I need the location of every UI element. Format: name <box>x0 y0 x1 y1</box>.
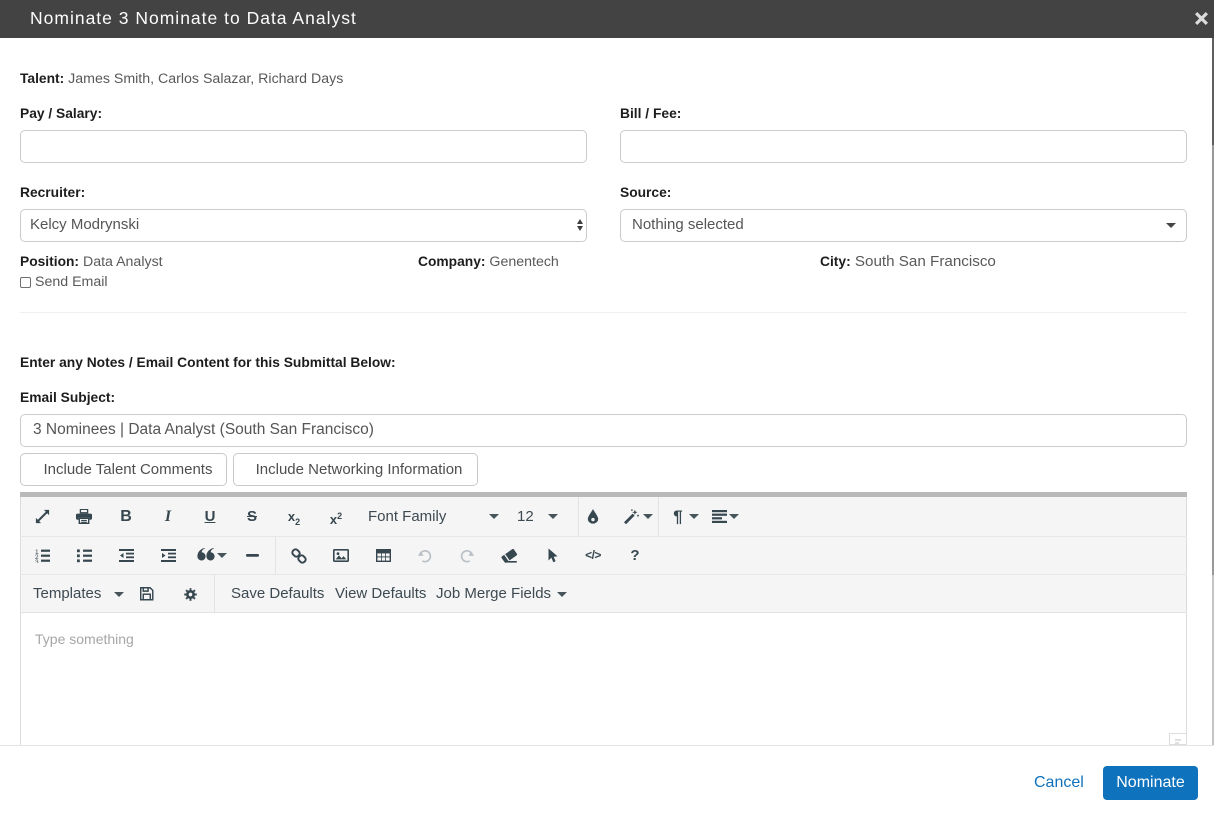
svg-text:3: 3 <box>35 559 39 563</box>
